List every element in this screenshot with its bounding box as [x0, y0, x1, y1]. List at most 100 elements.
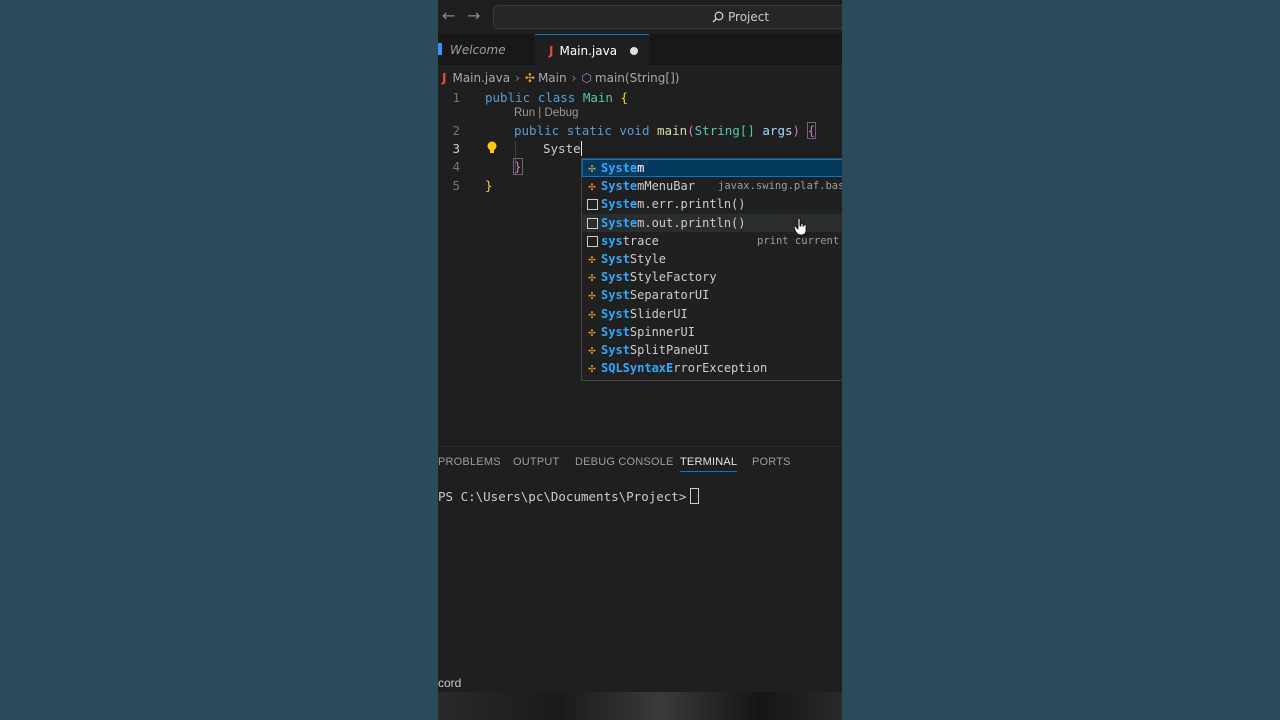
class-icon: ✣: [588, 179, 596, 194]
suggestion-rest: SeparatorUI: [629, 288, 710, 303]
code-line-1: public class Main {: [485, 90, 628, 105]
suggestion-rest: StyleFactory: [629, 270, 717, 285]
unsaved-dot-icon[interactable]: [630, 47, 638, 55]
suggestion-label: System: [601, 159, 644, 177]
terminal-prompt: PS C:\Users\pc\Documents\Project>: [438, 489, 687, 504]
editor-tabs: Welcome J Main.java: [438, 34, 842, 67]
suggestion-rest: m.out.println(): [637, 215, 746, 230]
suggestion-item[interactable]: ✣ System: [582, 159, 842, 178]
terminal-cursor: [690, 488, 700, 504]
match-highlight: SQLSyntaxE: [601, 361, 674, 376]
suggestion-label: SystSeparatorUI: [601, 286, 709, 304]
command-center-search[interactable]: Project: [493, 5, 842, 29]
tab-problems[interactable]: PROBLEMS: [438, 456, 501, 468]
suggestion-item[interactable]: ✣ SystStyleFactory: [582, 268, 842, 286]
breadcrumb-file[interactable]: Main.java: [452, 71, 510, 85]
background-left: [0, 0, 438, 720]
code-line-4: }: [513, 158, 523, 175]
suggestion-item[interactable]: System.err.println(): [582, 195, 842, 213]
match-highlight: Syst: [601, 288, 630, 303]
suggestion-rest: SplitPaneUI: [629, 342, 710, 357]
code-line-2: public static void main(String[] args) {: [514, 122, 817, 139]
codelens-run-debug[interactable]: Run | Debug: [514, 107, 578, 119]
code-line-3: Syste: [543, 141, 582, 156]
breadcrumb-method[interactable]: main(String[]): [595, 71, 680, 85]
class-icon: ✣: [588, 270, 596, 285]
back-arrow-icon[interactable]: ←: [442, 8, 455, 24]
class-icon: ✣: [588, 361, 596, 376]
match-highlight: sys: [601, 233, 623, 248]
class-icon: ✣: [588, 306, 596, 321]
tab-debug-console[interactable]: DEBUG CONSOLE: [575, 456, 674, 468]
java-file-icon: J: [442, 71, 447, 85]
suggestion-item[interactable]: ✣ SystStyle: [582, 250, 842, 268]
chevron-right-icon: ›: [515, 71, 520, 85]
background-image-strip: [438, 692, 842, 720]
suggestion-label: SystSliderUI: [601, 305, 688, 323]
suggestion-item[interactable]: ✣ SystSeparatorUI: [582, 286, 842, 304]
suggestion-rest: Style: [629, 251, 667, 266]
panel-divider: [438, 446, 842, 447]
match-highlight: Syst: [601, 342, 630, 357]
suggestion-label: SystSplitPaneUI: [601, 341, 709, 359]
keyword: void: [619, 123, 650, 138]
forward-arrow-icon[interactable]: →: [467, 8, 480, 24]
suggestion-rest: race: [629, 233, 659, 248]
match-highlight: t: [622, 233, 630, 248]
match-highlight: Syst: [601, 324, 630, 339]
suggestion-item[interactable]: ✣ SystemMenuBar javax.swing.plaf.bas: [582, 177, 842, 195]
parameter: args: [762, 123, 793, 138]
brace: {: [806, 122, 817, 139]
suggestion-item[interactable]: ✣ SQLSyntaxErrorException: [582, 359, 842, 377]
snippet-icon: [587, 235, 598, 247]
match-highlight: Syst: [601, 306, 630, 321]
suggestion-rest: m: [637, 161, 645, 175]
suggestion-rest: mMenuBar: [637, 179, 695, 194]
class-icon: ✣: [588, 161, 596, 175]
title-bar: ← → Project: [438, 0, 842, 34]
tab-label: Welcome: [450, 43, 506, 57]
keyword: static: [566, 123, 612, 138]
match-highlight: Syst: [601, 270, 630, 285]
class-name: Main: [582, 90, 613, 105]
lightbulb-icon[interactable]: [486, 141, 498, 155]
tab-main-java[interactable]: J Main.java: [535, 34, 649, 67]
suggestion-label: systrace: [601, 232, 659, 250]
text-caret: [580, 141, 582, 156]
class-icon: ✣: [588, 324, 596, 339]
paren: ): [792, 123, 801, 138]
chevron-right-icon: ›: [571, 71, 577, 85]
method-cube-icon: ⬡: [581, 71, 592, 85]
search-icon: [712, 11, 724, 23]
tab-ports[interactable]: PORTS: [752, 456, 791, 468]
type-name: String[]: [694, 123, 755, 138]
suggestion-label: SQLSyntaxErrorException: [601, 359, 767, 377]
brace: {: [620, 90, 629, 105]
suggestion-label: SystemMenuBar: [601, 177, 695, 195]
terminal-output[interactable]: PS C:\Users\pc\Documents\Project>: [438, 488, 700, 504]
hand-pointer-icon: [794, 218, 807, 236]
tab-output[interactable]: OUTPUT: [513, 456, 559, 468]
suggestion-item[interactable]: ✣ SystSpinnerUI: [582, 323, 842, 341]
background-right: [842, 0, 1280, 720]
match-highlight: Syste: [601, 197, 638, 212]
suggestion-item[interactable]: ✣ SystSplitPaneUI: [582, 341, 842, 359]
class-icon: ✣: [588, 288, 596, 303]
code-line-5: }: [485, 178, 493, 193]
suggestion-rest: SpinnerUI: [629, 324, 695, 339]
status-text: cord: [438, 676, 462, 690]
suggestion-label: SystStyleFactory: [601, 268, 717, 286]
tab-welcome[interactable]: Welcome: [438, 34, 534, 66]
suggestion-detail: javax.swing.plaf.bas: [718, 180, 842, 193]
search-label: Project: [728, 10, 770, 24]
breadcrumb-class[interactable]: Main: [538, 71, 567, 85]
brace: }: [513, 158, 523, 175]
autocomplete-suggestions[interactable]: ✣ System ✣ SystemMenuBar javax.swing.plaf.ba…: [581, 158, 842, 381]
class-icon: ✣: [588, 251, 596, 266]
panel-tabs: PROBLEMS OUTPUT DEBUG CONSOLE TERMINAL P…: [438, 452, 842, 472]
suggestion-rest: m.err.println(): [637, 197, 746, 212]
suggestion-item[interactable]: ✣ SystSliderUI: [582, 305, 842, 323]
match-highlight: Syste: [601, 179, 638, 194]
tab-terminal[interactable]: TERMINAL: [680, 456, 738, 472]
match-highlight: Syste: [601, 161, 638, 175]
